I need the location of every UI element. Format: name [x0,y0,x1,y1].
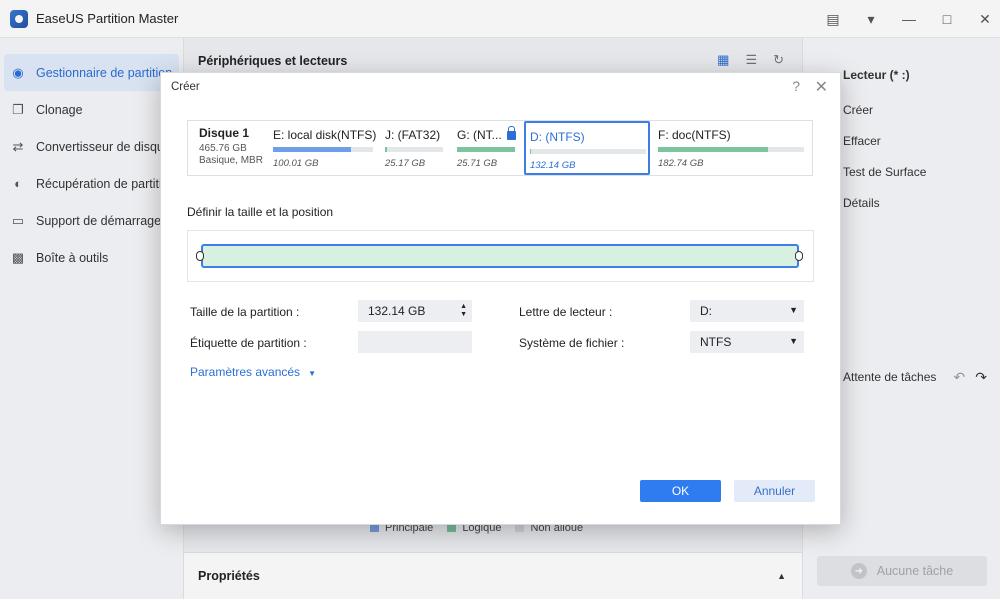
filesystem-select[interactable]: NTFS ▼ [690,331,804,353]
partition-block[interactable]: E: local disk(NTFS) 100.01 GB [269,121,379,175]
partition-usage-bar [658,147,804,152]
dropdown-arrow-icon: ▼ [789,336,798,346]
ok-button[interactable]: OK [640,480,721,502]
partition-size-value: 132.14 GB [368,304,426,318]
partition-resize-bar[interactable] [201,244,799,268]
partition-name-wrap: G: (NT... [457,126,516,142]
dropdown-arrow-icon: ▼ [789,305,798,315]
partition-label-input[interactable] [358,331,472,353]
disk-info: Disque 1 465.76 GB Basique, MBR [199,126,271,167]
disk-name: Disque 1 [199,126,250,140]
partition-block-selected[interactable]: D: (NTFS) 132.14 GB [524,121,650,175]
partition-name: E: local disk(NTFS) [273,128,377,142]
size-label: Taille de la partition : [190,305,300,319]
disk-size: 465.76 GB [199,143,247,154]
partition-label-label: Étiquette de partition : [190,336,307,350]
cancel-button[interactable]: Annuler [734,480,815,502]
create-partition-dialog: Créer ? ✕ Disque 1 465.76 GB Basique, MB… [160,72,841,525]
partition-name: J: (FAT32) [385,128,441,142]
chevron-down-icon: ▼ [308,369,316,378]
drive-letter-label: Lettre de lecteur : [519,305,613,319]
partition-size: 132.14 GB [530,160,576,171]
resize-handle-right[interactable] [795,251,803,261]
drive-letter-value: D: [700,304,712,318]
filesystem-value: NTFS [700,335,732,349]
dialog-title: Créer [171,81,200,93]
drive-letter-select[interactable]: D: ▼ [690,300,804,322]
partition-size: 100.01 GB [273,158,319,169]
resize-handle-left[interactable] [196,251,204,261]
advanced-settings-link[interactable]: Paramètres avancés ▼ [190,365,316,379]
partition-usage-bar [385,147,443,152]
stepper-arrows-icon[interactable]: ▲ ▼ [460,303,467,319]
partition-name: D: (NTFS) [530,130,585,144]
partition-usage-bar [530,149,646,154]
filesystem-label: Système de fichier : [519,336,625,350]
lock-icon [506,126,516,140]
partition-usage-bar [273,147,373,152]
advanced-settings-label: Paramètres avancés [190,365,301,379]
close-icon[interactable]: ✕ [815,77,828,97]
partition-block[interactable]: F: doc(NTFS) 182.74 GB [654,121,810,175]
section-title: Définir la taille et la position [187,205,334,219]
partition-size: 25.71 GB [457,158,498,169]
partition-resize-area [187,230,814,282]
partition-usage-bar [457,147,515,152]
partition-block[interactable]: G: (NT... 25.71 GB [453,121,521,175]
disk-map: Disque 1 465.76 GB Basique, MBR E: local… [187,120,813,176]
disk-type: Basique, MBR [199,155,263,166]
partition-size: 182.74 GB [658,158,704,169]
partition-size: 25.17 GB [385,158,426,169]
partition-name: G: (NT... [457,128,502,142]
partition-block[interactable]: J: (FAT32) 25.17 GB [381,121,449,175]
partition-name: F: doc(NTFS) [658,128,731,142]
partition-size-stepper[interactable]: 132.14 GB ▲ ▼ [358,300,472,322]
help-icon[interactable]: ? [792,78,800,94]
